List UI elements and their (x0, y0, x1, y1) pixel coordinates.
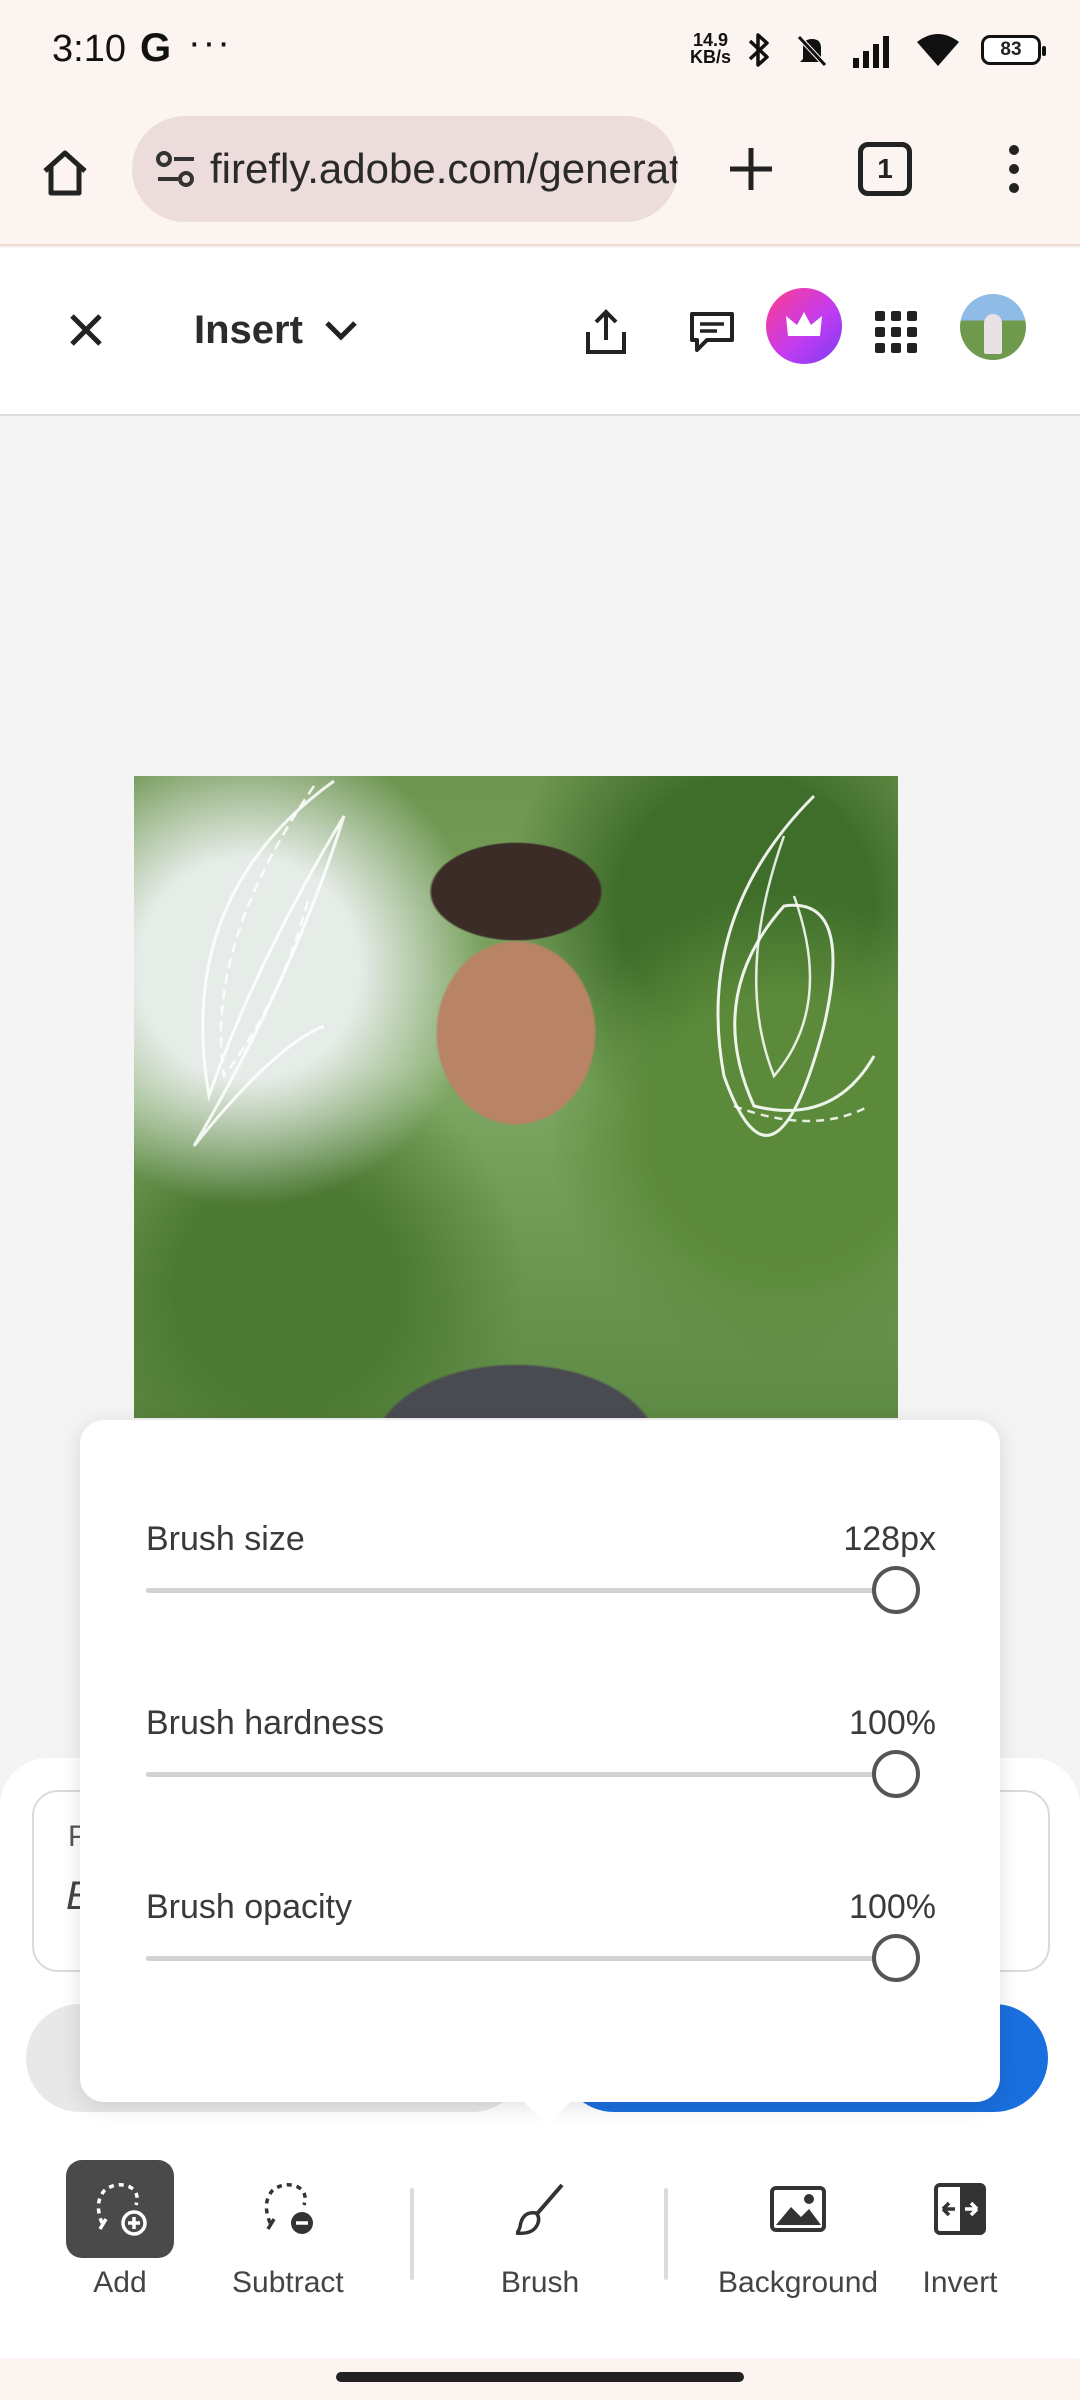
app-header: Insert (0, 248, 1080, 416)
signal-icon (853, 36, 889, 68)
close-button[interactable] (56, 300, 116, 360)
brush-hardness-track[interactable] (146, 1772, 876, 1777)
browser-toolbar: firefly.adobe.com/generate 1 (0, 100, 1080, 246)
network-speed-unit: KB/s (690, 47, 732, 67)
add-tool-icon-box (66, 2160, 174, 2258)
brush-tool-icon-box (486, 2160, 594, 2258)
avatar[interactable] (960, 294, 1026, 360)
brush-hardness-setting: Brush hardness 100% (146, 1704, 936, 1834)
invert-tool-label: Invert (922, 2266, 998, 2299)
wifi-icon (917, 34, 959, 66)
image-icon (770, 2186, 827, 2232)
home-gesture-bar[interactable] (336, 2372, 744, 2382)
invert-tool-icon-box (906, 2160, 1014, 2258)
brush-opacity-track[interactable] (146, 1956, 876, 1961)
crown-icon (786, 312, 822, 336)
close-icon (70, 314, 102, 346)
plus-icon (730, 148, 772, 190)
share-button[interactable] (574, 300, 638, 364)
gesture-area (0, 2358, 1080, 2400)
status-time: 3:10 (52, 28, 126, 70)
mask-toolbar: Add Subtract Brush Background Invert (0, 2148, 1080, 2358)
brush-size-track[interactable] (146, 1588, 876, 1593)
brush-opacity-label: Brush opacity (146, 1888, 352, 1926)
apps-grid-icon (875, 311, 917, 353)
subtract-tool-icon-box (234, 2160, 342, 2258)
url-text: firefly.adobe.com/generate (210, 145, 678, 192)
brush-size-setting: Brush size 128px (146, 1520, 936, 1650)
edited-photo[interactable] (134, 776, 898, 1418)
site-settings-icon (156, 151, 194, 187)
invert-tool-button[interactable]: Invert (906, 2160, 1014, 2300)
battery-icon: 83 (981, 35, 1046, 65)
more-notifications-icon: ··· (188, 22, 232, 64)
premium-button[interactable] (766, 288, 842, 364)
bluetooth-icon (748, 33, 769, 67)
mask-strokes (192, 779, 876, 1147)
brush-tool-button[interactable]: Brush (486, 2160, 594, 2300)
brush-opacity-slider-thumb[interactable] (872, 1934, 920, 1982)
brush-opacity-value: 100% (849, 1888, 936, 1926)
brush-settings-popover: Brush size 128px Brush hardness 100% Bru… (80, 1420, 1000, 2102)
brush-hardness-slider-thumb[interactable] (872, 1750, 920, 1798)
mode-dropdown[interactable]: Insert (194, 296, 359, 364)
tab-switcher-button[interactable]: 1 (858, 142, 912, 196)
address-bar[interactable]: firefly.adobe.com/generate (132, 116, 678, 222)
invert-icon (934, 2183, 986, 2235)
brush-icon (515, 2183, 564, 2236)
background-tool-icon-box (723, 2160, 873, 2258)
google-icon: G (140, 26, 172, 70)
background-tool-label: Background (718, 2266, 879, 2299)
network-speed: 14.9 KB/s (690, 31, 732, 67)
add-tool-button[interactable]: Add (66, 2160, 174, 2300)
browser-menu-button[interactable] (984, 134, 1044, 204)
add-selection-icon (96, 2183, 147, 2236)
home-icon (43, 150, 87, 196)
more-vert-icon (1009, 145, 1019, 155)
mute-icon (797, 35, 827, 67)
battery-level: 83 (1000, 39, 1022, 60)
new-tab-button[interactable] (716, 134, 786, 204)
share-icon (586, 309, 626, 354)
tab-count: 1 (877, 153, 893, 184)
toolbar-divider (664, 2188, 668, 2280)
comments-button[interactable] (680, 300, 744, 364)
subtract-tool-label: Subtract (232, 2266, 344, 2299)
brush-size-label: Brush size (146, 1520, 305, 1558)
status-bar: 3:10 G ··· 14.9 KB/s 83 (0, 0, 1080, 100)
brush-tool-label: Brush (500, 2266, 580, 2299)
brush-hardness-label: Brush hardness (146, 1704, 385, 1742)
add-tool-label: Add (93, 2266, 147, 2299)
background-tool-button[interactable]: Background (718, 2160, 878, 2300)
comment-icon (690, 312, 734, 352)
toolbar-divider (410, 2188, 414, 2280)
brush-size-slider-thumb[interactable] (872, 1566, 920, 1614)
brush-hardness-value: 100% (849, 1704, 936, 1742)
subtract-selection-icon (264, 2183, 313, 2234)
subtract-tool-button[interactable]: Subtract (232, 2160, 344, 2300)
apps-button[interactable] (864, 300, 928, 364)
brush-size-value: 128px (843, 1520, 936, 1558)
mode-label: Insert (194, 307, 303, 352)
brush-opacity-setting: Brush opacity 100% (146, 1888, 936, 2018)
home-button[interactable] (30, 138, 100, 208)
site-settings-button[interactable] (154, 144, 198, 194)
chevron-down-icon (325, 321, 357, 341)
